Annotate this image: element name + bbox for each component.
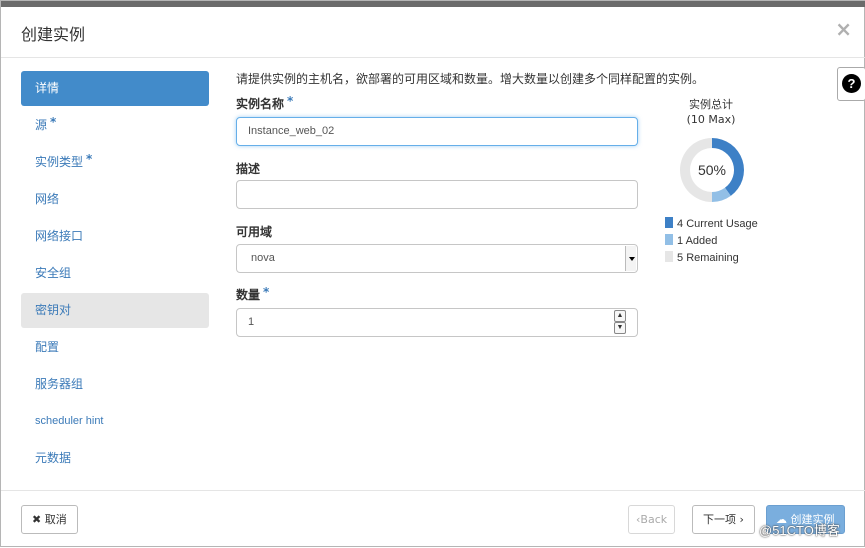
nav-item-label: 网络	[35, 192, 60, 206]
instance-name-label: 实例名称 *	[236, 94, 294, 112]
nav-item-10[interactable]: 元数据	[21, 441, 209, 476]
nav-item-label: 配置	[35, 340, 60, 354]
nav-item-3[interactable]: 网络	[21, 182, 209, 217]
form-description: 请提供实例的主机名，欲部署的可用区域和数量。增大数量以创建多个同样配置的实例。	[236, 72, 705, 86]
question-icon: ?	[842, 74, 861, 93]
next-label: 下一项	[703, 513, 736, 526]
nav-item-label: 网络接口	[35, 229, 84, 243]
launch-instance-dialog: 创建实例 × 详情源 * 实例类型 * 网络 网络接口 安全组 密钥对 配置 服务器组 schedu…	[0, 0, 865, 547]
nav-item-label: 实例类型	[35, 155, 84, 169]
dialog-header: 创建实例 ×	[1, 7, 865, 58]
legend-label: Added	[685, 235, 718, 247]
nav-item-label: 元数据	[35, 451, 72, 465]
back-button[interactable]: ‹Back	[628, 505, 676, 534]
help-button[interactable]: ?	[837, 67, 865, 101]
count-value: 1	[248, 316, 255, 328]
count-label-text: 数量	[236, 288, 261, 302]
legend-swatch	[665, 251, 673, 262]
nav-item-label: scheduler hint	[35, 415, 104, 427]
cancel-label: 取消	[44, 513, 67, 526]
nav-item-label: 密钥对	[35, 303, 72, 317]
dialog-title: 创建实例	[21, 25, 86, 44]
count-stepper[interactable]: 1 ▲ ▼	[236, 308, 638, 337]
back-label: Back	[640, 513, 668, 526]
legend-item: 4 Current Usage	[665, 217, 758, 230]
chevron-down-icon[interactable]	[625, 246, 636, 271]
nav-item-2[interactable]: 实例类型 *	[21, 145, 209, 180]
chevron-right-icon: ›	[739, 513, 744, 526]
nav-item-label: 源	[35, 118, 48, 132]
legend-label: Remaining	[686, 252, 739, 264]
legend-swatch	[665, 234, 673, 245]
nav-item-5[interactable]: 安全组	[21, 256, 209, 291]
required-mark: *	[86, 152, 93, 166]
donut-center-label: 50%	[698, 162, 726, 178]
availability-zone-select[interactable]: nova	[236, 244, 638, 273]
increment-icon[interactable]: ▲	[614, 310, 626, 322]
nav-item-7[interactable]: 配置	[21, 330, 209, 365]
legend-item: 5 Remaining	[665, 251, 739, 264]
watermark: @51CTO博客	[759, 523, 840, 538]
chart-title: 实例总计	[689, 98, 733, 111]
nav-item-label: 服务器组	[35, 377, 84, 391]
required-mark: *	[263, 285, 270, 299]
description-label: 描述	[236, 162, 261, 176]
instance-quota-donut: 50%	[680, 138, 744, 202]
availability-zone-label: 可用域	[236, 225, 273, 239]
count-label: 数量 *	[236, 285, 270, 303]
wizard-nav: 详情源 * 实例类型 * 网络 网络接口 安全组 密钥对 配置 服务器组 scheduler hin…	[21, 71, 209, 478]
availability-zone-value: nova	[251, 252, 275, 264]
required-mark: *	[287, 94, 294, 108]
dialog-footer: ✖ 取消 ‹Back 下一项 › ☁ 创建实例	[1, 490, 865, 548]
nav-item-4[interactable]: 网络接口	[21, 219, 209, 254]
close-icon: ✖	[32, 513, 42, 526]
decrement-icon[interactable]: ▼	[614, 322, 626, 334]
nav-item-8[interactable]: 服务器组	[21, 367, 209, 402]
required-mark: *	[50, 115, 57, 129]
nav-item-label: 安全组	[35, 266, 72, 280]
nav-item-6[interactable]: 密钥对	[21, 293, 209, 328]
legend-label: Current Usage	[686, 218, 758, 230]
nav-item-0[interactable]: 详情	[21, 71, 209, 106]
next-button[interactable]: 下一项 ›	[692, 505, 755, 534]
cancel-button[interactable]: ✖ 取消	[21, 505, 78, 534]
nav-item-9[interactable]: scheduler hint	[21, 404, 209, 439]
close-icon[interactable]: ×	[835, 17, 852, 41]
legend-swatch	[665, 217, 673, 228]
description-input[interactable]	[236, 180, 638, 209]
chart-subtitle: (10 Max)	[686, 113, 736, 126]
nav-item-label: 详情	[35, 81, 60, 95]
instance-name-input[interactable]: Instance_web_02	[236, 117, 638, 146]
instance-name-label-text: 实例名称	[236, 97, 285, 111]
legend-item: 1 Added	[665, 234, 717, 247]
nav-item-1[interactable]: 源 *	[21, 108, 209, 143]
